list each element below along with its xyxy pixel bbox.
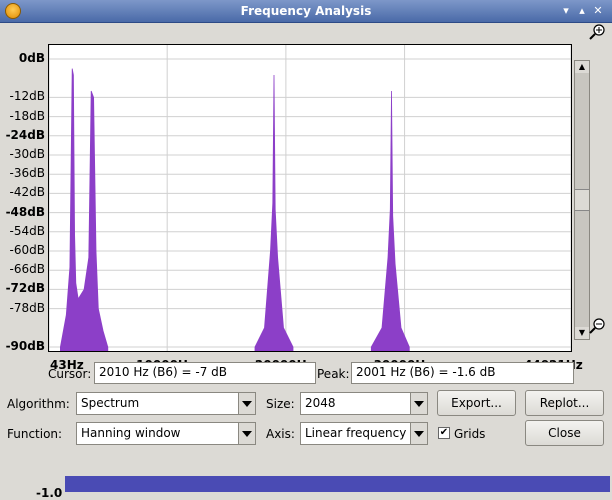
close-icon[interactable]: ✕: [590, 3, 606, 19]
track-waveform: [65, 476, 610, 492]
export-button[interactable]: Export...: [437, 390, 516, 416]
y-tick-label: -12dB: [9, 89, 45, 104]
close-button[interactable]: Close: [525, 420, 604, 446]
y-tick-label: -30dB: [9, 147, 45, 161]
peak-readout: 2001 Hz (B6) = -1.6 dB: [351, 362, 574, 384]
algorithm-select[interactable]: Spectrum: [76, 392, 256, 415]
function-label: Function:: [7, 427, 63, 441]
y-tick-label: -42dB: [9, 185, 45, 200]
zoom-out-icon[interactable]: [589, 318, 605, 334]
cursor-label: Cursor:: [48, 367, 92, 381]
algorithm-label: Algorithm:: [7, 397, 70, 411]
size-value: 2048: [305, 396, 336, 410]
cursor-readout: 2010 Hz (B6) = -7 dB: [94, 362, 316, 384]
size-select[interactable]: 2048: [300, 392, 428, 415]
y-tick-label: -60dB: [9, 243, 45, 257]
title-bar: Frequency Analysis ▾ ▴ ✕: [0, 0, 612, 23]
maximize-icon[interactable]: ▴: [574, 3, 590, 19]
chevron-down-icon[interactable]: [238, 393, 255, 414]
grids-checkbox[interactable]: ✔: [438, 427, 450, 439]
function-select[interactable]: Hanning window: [76, 422, 256, 445]
chevron-down-icon[interactable]: [410, 393, 427, 414]
y-tick-label: 0dB: [18, 51, 45, 65]
size-label: Size:: [266, 397, 295, 411]
axis-select[interactable]: Linear frequency: [300, 422, 428, 445]
chevron-down-icon[interactable]: [410, 423, 427, 444]
scroll-down-icon[interactable]: ▼: [575, 327, 589, 339]
spectrum-svg: [48, 45, 572, 352]
track-strip: -1.0: [0, 472, 612, 500]
y-tick-label: -54dB: [9, 223, 45, 238]
peak-label: Peak:: [317, 367, 350, 381]
spectrum-series-2: [370, 90, 410, 352]
y-tick-label: -18dB: [9, 108, 45, 123]
function-value: Hanning window: [81, 426, 181, 440]
zoom-in-icon[interactable]: [589, 24, 605, 40]
grids-label: Grids: [454, 427, 486, 441]
axis-label: Axis:: [266, 427, 295, 441]
vertical-scrollbar[interactable]: ▲ ▼: [574, 60, 590, 340]
scroll-up-icon[interactable]: ▲: [575, 61, 589, 73]
y-tick-label: -72dB: [5, 281, 45, 296]
y-tick-label: -36dB: [9, 166, 45, 181]
chevron-down-icon[interactable]: [238, 423, 255, 444]
y-tick-label: -24dB: [5, 127, 45, 142]
spectrum-plot[interactable]: [48, 44, 572, 352]
window-title: Frequency Analysis: [240, 4, 372, 18]
minimize-icon[interactable]: ▾: [558, 3, 574, 19]
algorithm-value: Spectrum: [81, 396, 140, 410]
y-tick-label: -90dB: [5, 339, 45, 353]
y-tick-label: -66dB: [9, 262, 45, 277]
replot-button[interactable]: Replot...: [525, 390, 604, 416]
y-tick-label: -78dB: [9, 300, 45, 315]
y-tick-label: -48dB: [5, 204, 45, 219]
track-scale-label: -1.0: [36, 486, 63, 500]
scroll-thumb[interactable]: [575, 189, 589, 211]
axis-value: Linear frequency: [305, 426, 407, 440]
